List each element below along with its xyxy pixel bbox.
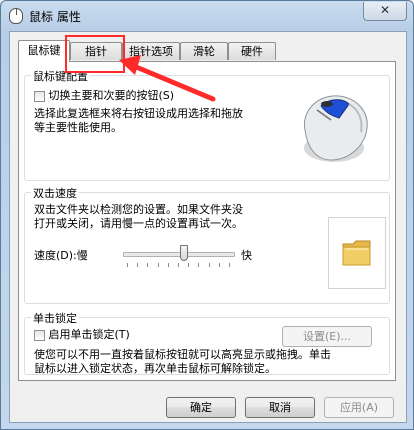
- mouse-illustration: [303, 95, 368, 162]
- slider-tick: [208, 263, 210, 267]
- speed-slider[interactable]: [123, 245, 235, 271]
- slider-tick: [229, 263, 230, 267]
- click-lock-checkbox[interactable]: [34, 329, 45, 341]
- title-bar[interactable]: 鼠标 属性 ✕: [1, 1, 413, 31]
- description-line: 打开或关闭，请用慢一点的设置再试一次。: [34, 217, 243, 230]
- click-lock-title: 单击锁定: [31, 310, 79, 326]
- tab-panel: 鼠标键配置 切换主要和次要的按钮(S) 选择此复选框来将右按钮设成用选择和拖放 …: [18, 61, 396, 381]
- description-line: 使您可以不用一直按着鼠标按钮就可以高亮显示或拖拽。单击: [34, 348, 331, 361]
- slider-tick: [188, 263, 190, 267]
- description-line: 选择此复选框来将右按钮设成用选择和拖放: [34, 107, 243, 120]
- double-click-description: 双击文件夹以检测您的设置。如果文件夹没 打开或关闭，请用慢一点的设置再试一次。: [34, 203, 314, 231]
- ok-button[interactable]: 确定: [166, 397, 236, 418]
- close-button[interactable]: ✕: [363, 2, 407, 21]
- window-title: 鼠标 属性: [29, 10, 81, 24]
- settings-button[interactable]: 设置(E)...: [282, 326, 372, 347]
- mouse-icon: [9, 8, 23, 24]
- speed-label: 速度(D):慢: [34, 249, 88, 262]
- fast-label: 快: [241, 249, 252, 262]
- click-lock-group: 单击锁定 启用单击锁定(T) 设置(E)... 使您可以不用一直按着鼠标按钮就可…: [24, 310, 390, 376]
- slider-tick: [178, 263, 179, 267]
- slider-tick: [218, 263, 220, 267]
- slider-tick: [137, 263, 139, 267]
- slider-tick: [198, 263, 200, 267]
- click-lock-label: 启用单击锁定(T): [48, 328, 130, 341]
- double-click-group: 双击速度 双击文件夹以检测您的设置。如果文件夹没 打开或关闭，请用慢一点的设置再…: [24, 185, 390, 304]
- slider-thumb[interactable]: [180, 245, 189, 261]
- description-line: 鼠标以进入锁定状态，再次单击鼠标可解除锁定。: [34, 362, 276, 375]
- slider-track: [123, 252, 235, 257]
- switch-buttons-checkbox[interactable]: [34, 90, 45, 102]
- annotation-arrow: [119, 55, 216, 102]
- mouse-properties-window: 鼠标 属性 ✕ 鼠标键 指针 指针选项 滑轮 硬件 鼠标键配置 切换主要和次要的…: [0, 0, 414, 430]
- tab-mouse-buttons[interactable]: 鼠标键: [18, 40, 70, 62]
- slider-tick: [157, 263, 159, 267]
- button-config-description: 选择此复选框来将右按钮设成用选择和拖放 等主要性能使用。: [34, 107, 264, 135]
- cancel-button[interactable]: 取消: [245, 397, 315, 418]
- description-line: 等主要性能使用。: [34, 121, 122, 134]
- tab-hardware[interactable]: 硬件: [228, 42, 276, 60]
- folder-icon[interactable]: [341, 238, 373, 268]
- click-lock-option[interactable]: 启用单击锁定(T): [34, 328, 130, 342]
- click-lock-description: 使您可以不用一直按着鼠标按钮就可以高亮显示或拖拽。单击 鼠标以进入锁定状态，再次…: [34, 348, 384, 376]
- double-click-title: 双击速度: [31, 185, 79, 201]
- slider-tick: [167, 263, 169, 267]
- slider-tick: [127, 263, 128, 267]
- slider-tick: [147, 263, 149, 267]
- annotation-highlight-box: [65, 35, 125, 73]
- apply-button[interactable]: 应用(A): [324, 397, 394, 418]
- description-line: 双击文件夹以检测您的设置。如果文件夹没: [34, 203, 243, 216]
- test-folder-area[interactable]: [328, 217, 386, 289]
